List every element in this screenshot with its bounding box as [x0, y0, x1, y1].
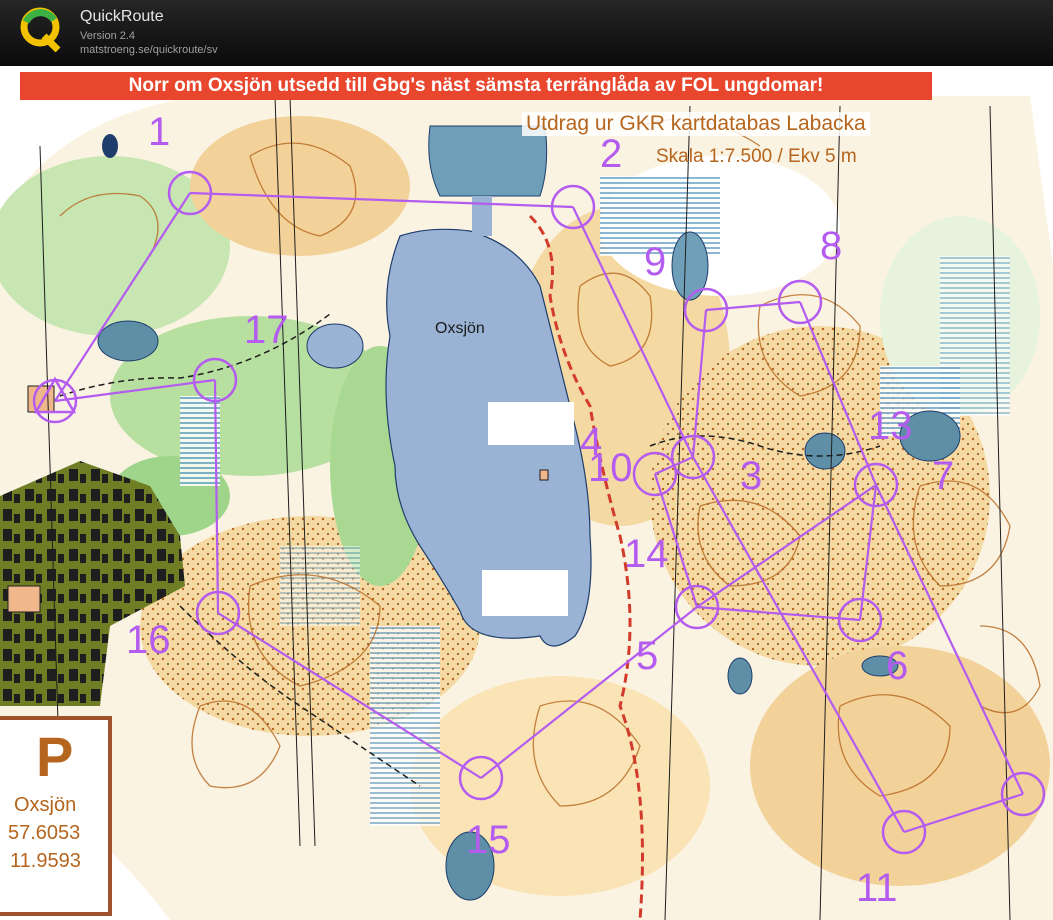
control-number-16: 16: [126, 618, 171, 662]
control-number-17: 17: [244, 308, 289, 352]
orienteering-map[interactable]: Norr om Oxsjön utsedd till Gbg's näst sä…: [0, 66, 1053, 920]
headline-banner: Norr om Oxsjön utsedd till Gbg's näst sä…: [20, 72, 932, 100]
control-number-1: 1: [148, 110, 171, 154]
control-number-15: 15: [466, 818, 511, 862]
lake-label: Oxsjön: [435, 320, 485, 337]
control-number-5: 5: [636, 634, 659, 678]
app-url[interactable]: matstroeng.se/quickroute/sv: [80, 44, 218, 56]
parking-info-box: P Oxsjön 57.6053 11.9593: [0, 716, 112, 916]
control-number-2: 2: [600, 132, 623, 176]
control-number-10: 10: [588, 446, 633, 490]
control-number-11: 11: [856, 866, 898, 910]
parking-name: Oxsjön: [14, 794, 77, 816]
control-number-13: 13: [868, 404, 913, 448]
app-titlebar: QuickRoute Version 2.4 matstroeng.se/qui…: [0, 0, 1053, 66]
parking-symbol: P: [36, 725, 74, 788]
map-scale-caption: Skala 1:7.500 / Ekv 5 m: [656, 146, 857, 167]
control-number-3: 3: [740, 454, 763, 498]
control-number-9: 9: [644, 240, 667, 284]
app-name: QuickRoute: [80, 8, 164, 25]
map-canvas: [0, 95, 1053, 920]
map-source-caption: Utdrag ur GKR kartdatabas Labacka: [522, 112, 870, 136]
parking-latitude: 57.6053: [8, 822, 81, 844]
control-number-8: 8: [820, 224, 843, 268]
quickroute-logo-icon: [20, 7, 61, 52]
control-number-14: 14: [624, 532, 669, 576]
control-number-7: 7: [932, 454, 955, 498]
control-number-6: 6: [886, 644, 909, 688]
parking-longitude: 11.9593: [10, 850, 81, 872]
app-version: Version 2.4: [80, 30, 136, 42]
